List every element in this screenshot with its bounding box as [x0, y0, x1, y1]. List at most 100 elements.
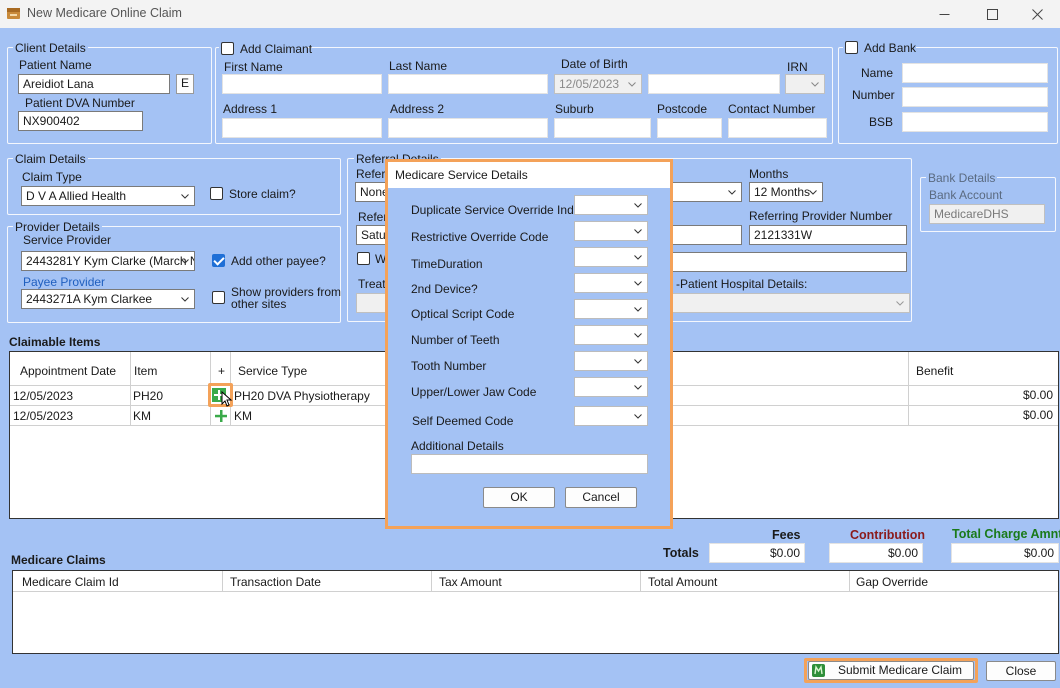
additional-details-input[interactable]	[411, 454, 648, 474]
store-claim-label: Store claim?	[229, 187, 296, 201]
maximize-button[interactable]	[969, 0, 1015, 28]
cancel-button[interactable]: Cancel	[565, 487, 637, 508]
bank-account-input[interactable]: MedicareDHS	[929, 204, 1045, 224]
add-other-payee-label: Add other payee?	[231, 254, 326, 268]
show-providers-checkbox[interactable]	[212, 291, 225, 304]
contact-number-label: Contact Number	[728, 102, 816, 116]
contribution-label: Contribution	[850, 528, 925, 542]
referral-period-input[interactable]	[670, 225, 742, 245]
number-of-teeth-select[interactable]	[574, 325, 648, 345]
bank-account-label: Bank Account	[929, 188, 1003, 202]
claim-type-label: Claim Type	[22, 170, 82, 184]
add-claimant-checkbox[interactable]	[221, 42, 234, 55]
last-name-input[interactable]	[388, 74, 548, 94]
dob-extra-input[interactable]	[648, 74, 780, 94]
payee-provider-select[interactable]: 2443271A Kym Clarkee	[21, 289, 195, 309]
postcode-label: Postcode	[657, 102, 708, 116]
self-deemed-code-select[interactable]	[574, 406, 648, 426]
add-bank-label: Add Bank	[864, 41, 917, 55]
chevron-down-icon	[634, 281, 642, 286]
months-select[interactable]: 12 Months	[749, 182, 823, 202]
submit-medicare-claim-button[interactable]: Submit Medicare Claim	[808, 661, 974, 680]
add-bank-checkbox[interactable]	[845, 41, 858, 54]
provider-details-label: Provider Details	[13, 220, 102, 234]
chevron-down-icon	[634, 255, 642, 260]
first-name-input[interactable]	[222, 74, 382, 94]
store-claim-checkbox[interactable]	[210, 187, 223, 200]
suburb-input[interactable]	[554, 118, 651, 138]
totals-label: Totals	[663, 546, 699, 560]
bsb-input[interactable]	[902, 112, 1048, 132]
address2-label: Address 2	[390, 102, 445, 116]
bank-name-input[interactable]	[902, 63, 1048, 83]
item-cell: PH20	[133, 389, 164, 403]
benefit-cell: $0.00	[1022, 408, 1053, 422]
bank-number-input[interactable]	[902, 87, 1048, 107]
chevron-down-icon	[634, 414, 642, 419]
chevron-down-icon	[181, 194, 189, 199]
claim-type-select[interactable]: D V A Allied Health	[21, 186, 195, 206]
time-duration-label: TimeDuration	[411, 257, 483, 271]
chevron-down-icon	[634, 333, 642, 338]
chevron-down-icon	[809, 190, 817, 195]
dob-picker[interactable]: 12/05/2023	[554, 74, 642, 94]
address1-input[interactable]	[222, 118, 382, 138]
irn-label: IRN	[787, 60, 808, 74]
referring-provider-input[interactable]: 2121331W	[749, 225, 907, 245]
col-divider	[849, 571, 850, 591]
self-deemed-code-label: Self Deemed Code	[412, 414, 514, 428]
edit-patient-button[interactable]: E	[176, 74, 194, 94]
hospital-details-select[interactable]	[670, 293, 910, 313]
col-divider	[640, 571, 641, 591]
payee-provider-value: 2443271A Kym Clarkee	[26, 292, 153, 306]
referral-w-checkbox[interactable]	[357, 252, 370, 265]
close-button[interactable]: Close	[986, 661, 1056, 681]
chevron-down-icon	[634, 229, 642, 234]
col-gap-override: Gap Override	[856, 575, 929, 589]
col-transaction-date: Transaction Date	[230, 575, 321, 589]
bank-name-label: Name	[861, 66, 894, 80]
item-cell: KM	[133, 409, 151, 423]
patient-dva-input[interactable]: NX900402	[18, 111, 143, 131]
minimize-button[interactable]	[921, 0, 967, 28]
maximize-icon	[986, 8, 998, 20]
add-other-payee-checkbox[interactable]	[212, 254, 225, 267]
duplicate-service-override-label: Duplicate Service Override Ind	[411, 203, 574, 217]
postcode-input[interactable]	[657, 118, 722, 138]
referral-w-input[interactable]	[670, 252, 907, 272]
submit-label: Submit Medicare Claim	[838, 663, 963, 677]
chevron-down-icon	[811, 82, 819, 87]
mouse-cursor-icon	[221, 391, 233, 407]
service-provider-select[interactable]: 2443281Y Kym Clarke (March N	[21, 251, 195, 271]
upper-lower-jaw-code-select[interactable]	[574, 377, 648, 397]
add-service-detail-icon[interactable]	[214, 409, 228, 423]
months-value: 12 Months	[754, 185, 811, 199]
fees-label: Fees	[772, 528, 801, 542]
time-duration-select[interactable]	[574, 247, 648, 267]
chevron-down-icon	[181, 297, 189, 302]
fees-total: $0.00	[709, 543, 805, 563]
claim-type-value: D V A Allied Health	[26, 189, 127, 203]
address2-input[interactable]	[388, 118, 548, 138]
ok-button[interactable]: OK	[483, 487, 555, 508]
patient-dva-label: Patient DVA Number	[25, 96, 135, 110]
chevron-down-icon	[634, 203, 642, 208]
upper-lower-jaw-code-label: Upper/Lower Jaw Code	[411, 385, 537, 399]
chevron-down-icon	[634, 307, 642, 312]
optical-script-code-select[interactable]	[574, 299, 648, 319]
second-device-select[interactable]	[574, 273, 648, 293]
patient-name-input[interactable]: Areidiot Lana	[18, 74, 170, 94]
second-device-label: 2nd Device?	[411, 282, 478, 296]
col-medicare-claim-id: Medicare Claim Id	[22, 575, 119, 589]
close-window-button[interactable]	[1014, 0, 1060, 28]
contact-number-input[interactable]	[728, 118, 827, 138]
total-charge-label: Total Charge Amnt	[952, 527, 1060, 541]
col-divider	[431, 571, 432, 591]
duplicate-service-override-select[interactable]	[574, 195, 648, 215]
dialog-title: Medicare Service Details	[388, 162, 670, 188]
tooth-number-select[interactable]	[574, 351, 648, 371]
restrictive-override-code-select[interactable]	[574, 221, 648, 241]
contribution-total: $0.00	[829, 543, 923, 563]
irn-select[interactable]	[785, 74, 825, 94]
referral-type-select-end[interactable]	[670, 182, 742, 202]
